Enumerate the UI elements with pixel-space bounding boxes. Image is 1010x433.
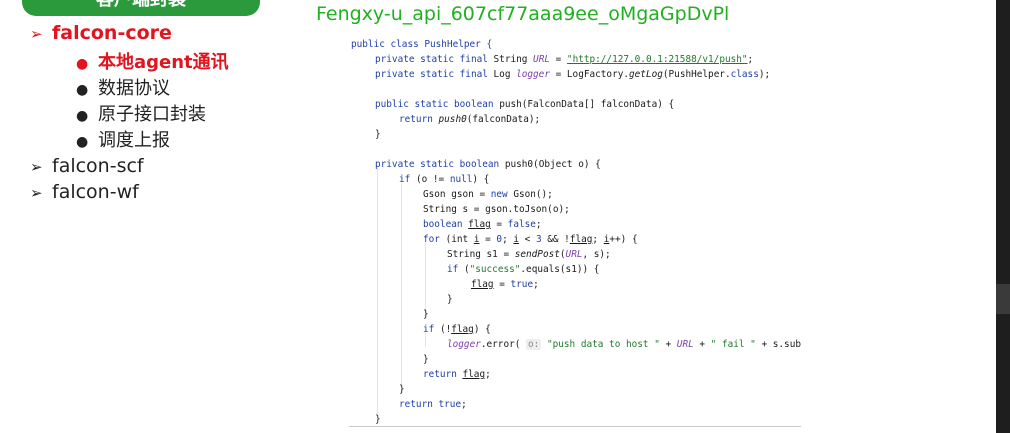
scrollbar-thumb[interactable]: [996, 284, 1010, 314]
indent-guide: [425, 243, 426, 317]
code-line: flag = true;: [471, 279, 539, 290]
code-line: public class PushHelper {: [351, 39, 493, 50]
indent-guide: [377, 168, 378, 414]
code-line: }: [447, 294, 453, 305]
code-line: private static boolean push0(Object o) {: [375, 159, 601, 170]
dot-bullet-icon: ●: [76, 134, 89, 150]
dot-bullet-icon: ●: [76, 108, 89, 124]
outline-item-falcon-core: ➢ falcon-core: [30, 22, 172, 44]
code-line: }: [423, 309, 429, 320]
outline-item-label: falcon-core: [52, 22, 172, 44]
code-line: }: [375, 414, 381, 425]
code-line: Gson gson = new Gson();: [423, 189, 553, 200]
code-line: String s1 = sendPost(URL, s);: [447, 249, 611, 260]
scrollbar[interactable]: [996, 0, 1010, 433]
outline-item-label: falcon-wf: [52, 181, 139, 203]
outline-subitem-label: 数据协议: [98, 78, 170, 99]
section-header: 客户端封装: [22, 0, 260, 16]
outline-subitem-atomic-api: ● 原子接口封装: [76, 100, 206, 126]
arrow-bullet-icon: ➢: [30, 25, 43, 43]
outline-subitem-local-agent: ● 本地agent通讯: [76, 48, 229, 74]
code-line: return push0(falconData);: [399, 114, 541, 125]
outline-item-label: falcon-scf: [52, 155, 144, 177]
code-line: for (int i = 0; i < 3 && !flag; i++) {: [423, 234, 638, 245]
code-line: String s = gson.toJson(o);: [423, 204, 570, 215]
code-line: private static final Log logger = LogFac…: [375, 69, 771, 80]
code-line: }: [423, 354, 429, 365]
code-line: return flag;: [423, 369, 491, 380]
code-line: if (!flag) {: [423, 324, 491, 335]
code-line: return true;: [399, 399, 467, 410]
watermark-text: Fengxy-u_api_607cf77aaa9ee_oMgaGpDvPl: [316, 3, 730, 25]
code-line: if ("success".equals(s1)) {: [447, 264, 600, 275]
outline-subitem-schedule-report: ● 调度上报: [76, 126, 170, 152]
code-snippet: public class PushHelper { private static…: [349, 34, 801, 427]
outline-item-falcon-scf: ➢ falcon-scf: [30, 155, 144, 177]
indent-guide: [401, 183, 402, 392]
outline-subitem-label: 本地agent通讯: [98, 52, 229, 73]
code-line: if (o != null) {: [399, 174, 490, 185]
arrow-bullet-icon: ➢: [30, 158, 43, 176]
outline-item-falcon-wf: ➢ falcon-wf: [30, 181, 139, 203]
code-line: boolean flag = false;: [423, 219, 542, 230]
code-line: public static boolean push(FalconData[] …: [375, 99, 675, 110]
code-line: logger.error( o: "push data to host " + …: [447, 339, 801, 350]
code-line: private static final String URL = "http:…: [375, 54, 754, 65]
outline-subitem-label: 原子接口封装: [98, 104, 206, 125]
outline-subitem-data-protocol: ● 数据协议: [76, 74, 170, 100]
arrow-bullet-icon: ➢: [30, 184, 43, 202]
dot-bullet-icon: ●: [76, 82, 89, 98]
code-line: }: [375, 129, 381, 140]
outline-subitem-label: 调度上报: [98, 130, 170, 151]
dot-bullet-icon: ●: [76, 56, 89, 72]
code-line: }: [399, 384, 405, 395]
